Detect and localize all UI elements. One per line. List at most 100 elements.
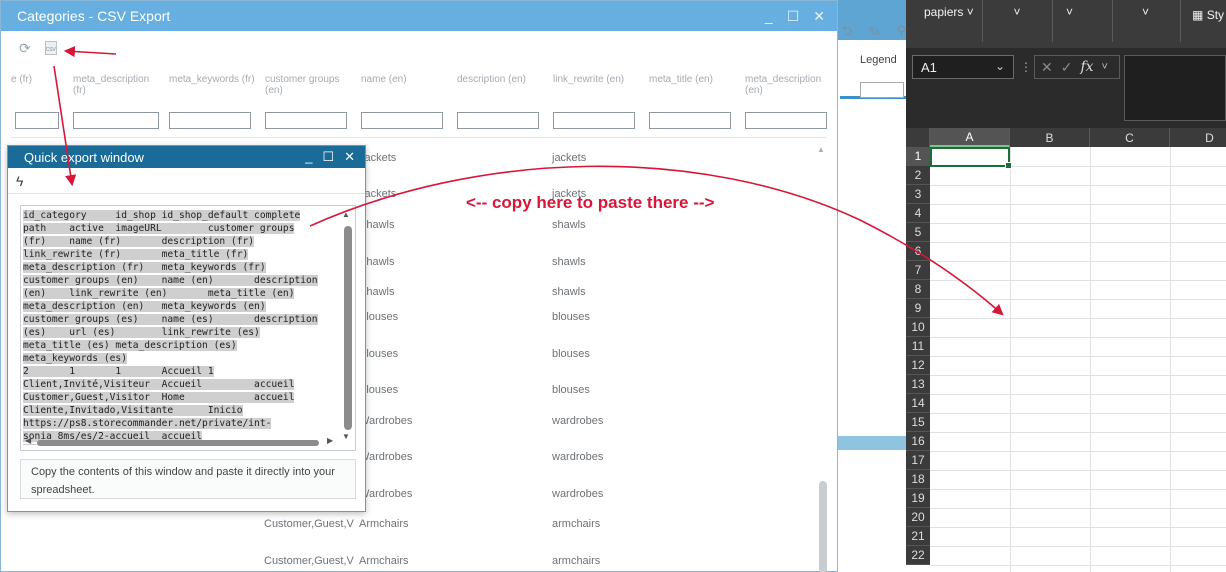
column-header[interactable]: description (en): [457, 74, 545, 85]
cancel-icon[interactable]: ✕: [1041, 59, 1053, 76]
active-cell-a1[interactable]: [930, 147, 1012, 169]
cell-link-rewrite[interactable]: wardrobes: [552, 451, 603, 463]
cell-link-rewrite[interactable]: armchairs: [552, 555, 600, 567]
column-header[interactable]: name (en): [361, 74, 449, 85]
scroll-down-icon[interactable]: ▼: [342, 432, 350, 441]
row-header[interactable]: 14: [906, 394, 930, 413]
ribbon-dropdown-2[interactable]: ˅: [986, 5, 1048, 19]
scroll-right-icon[interactable]: ▶: [327, 436, 333, 445]
row-header[interactable]: 12: [906, 356, 930, 375]
lightning-icon[interactable]: ϟ: [16, 173, 23, 189]
row-header[interactable]: 11: [906, 337, 930, 356]
row-header[interactable]: 18: [906, 470, 930, 489]
column-header[interactable]: meta_keywords (fr): [169, 74, 257, 85]
row-header[interactable]: 15: [906, 413, 930, 432]
sheet-grid[interactable]: A B C D 1 2 3 4 5 6 7 8 9 10 11 12 13 14 15 16 17 18 19 20 21 22: [906, 128, 1226, 572]
select-all-corner[interactable]: [906, 128, 930, 147]
cell-link-rewrite[interactable]: blouses: [552, 311, 590, 323]
textarea-horizontal-scrollbar[interactable]: ◀ ▶: [23, 436, 341, 448]
column-filter-input[interactable]: [553, 112, 635, 129]
export-textarea[interactable]: id_category id_shop id_shop_default comp…: [20, 205, 356, 451]
row-header[interactable]: 9: [906, 299, 930, 318]
row-header[interactable]: 2: [906, 166, 930, 185]
maximize-button[interactable]: ☐: [787, 8, 800, 25]
cell-name[interactable]: Wardrobes: [359, 415, 412, 427]
row-header[interactable]: 3: [906, 185, 930, 204]
ribbon-dropdown-3[interactable]: ˅: [1066, 5, 1073, 19]
ribbon-papiers-dropdown[interactable]: papiers ˅: [924, 5, 974, 19]
column-filter-input[interactable]: [745, 112, 827, 129]
row-header[interactable]: 8: [906, 280, 930, 299]
column-filter-input[interactable]: [169, 112, 251, 129]
cell-name[interactable]: Wardrobes: [359, 488, 412, 500]
scroll-left-icon[interactable]: ◀: [25, 436, 31, 445]
cell-name[interactable]: Armchairs: [359, 555, 409, 567]
confirm-icon[interactable]: ✓: [1061, 59, 1073, 76]
row-header[interactable]: 17: [906, 451, 930, 470]
ribbon-styles-button[interactable]: ▦ Sty: [1192, 8, 1224, 22]
column-header-b[interactable]: B: [1010, 128, 1090, 147]
row-header[interactable]: 7: [906, 261, 930, 280]
column-filter-input[interactable]: [361, 112, 443, 129]
column-header[interactable]: meta_description (en): [745, 74, 833, 96]
chevron-down-icon[interactable]: ⌄: [995, 59, 1005, 73]
column-filter-input[interactable]: [73, 112, 159, 129]
cell-link-rewrite[interactable]: shawls: [552, 256, 586, 268]
qe-close-button[interactable]: ✕: [344, 149, 355, 165]
row-header[interactable]: 10: [906, 318, 930, 337]
export-text-content[interactable]: id_category id_shop id_shop_default comp…: [23, 209, 327, 445]
grid-scrollbar-thumb[interactable]: [819, 481, 827, 572]
row-header[interactable]: 6: [906, 242, 930, 261]
column-header-c[interactable]: C: [1090, 128, 1170, 147]
cell-link-rewrite[interactable]: armchairs: [552, 518, 600, 530]
cell-link-rewrite[interactable]: blouses: [552, 384, 590, 396]
column-header[interactable]: customer groups (en): [265, 74, 353, 96]
cell-link-rewrite[interactable]: wardrobes: [552, 415, 603, 427]
scroll-up-arrow-icon[interactable]: ▲: [817, 145, 825, 154]
cell-link-rewrite[interactable]: blouses: [552, 348, 590, 360]
row-header[interactable]: 1: [906, 147, 930, 166]
insert-function-button[interactable]: fx: [1080, 59, 1093, 75]
column-header[interactable]: link_rewrite (en): [553, 74, 641, 85]
ribbon-dropdown-4[interactable]: ˅: [1142, 5, 1149, 19]
quick-export-titlebar[interactable]: Quick export window _ ☐ ✕: [8, 146, 365, 168]
column-filter-input[interactable]: [457, 112, 539, 129]
cell-name[interactable]: Wardrobes: [359, 451, 412, 463]
row-header[interactable]: 21: [906, 527, 930, 546]
qe-maximize-button[interactable]: ☐: [322, 149, 334, 165]
column-filter-input[interactable]: [15, 112, 59, 129]
name-box[interactable]: A1 ⌄: [912, 55, 1014, 79]
row-header[interactable]: 13: [906, 375, 930, 394]
scroll-up-icon[interactable]: ▲: [342, 210, 350, 219]
column-filter-input[interactable]: [649, 112, 731, 129]
column-header[interactable]: meta_title (en): [649, 74, 737, 85]
textarea-hscroll-thumb[interactable]: [37, 440, 319, 446]
chevron-down-icon[interactable]: ˅: [1102, 61, 1108, 73]
cell-link-rewrite[interactable]: jackets: [552, 152, 586, 164]
background-filter-input[interactable]: [860, 82, 904, 98]
formula-input[interactable]: [1124, 55, 1226, 121]
row-header[interactable]: 20: [906, 508, 930, 527]
more-icon[interactable]: ⋮: [1020, 60, 1032, 74]
csv-file-icon[interactable]: CSV: [44, 41, 57, 55]
qe-minimize-button[interactable]: _: [305, 149, 312, 165]
column-header-d[interactable]: D: [1170, 128, 1226, 147]
row-header[interactable]: 5: [906, 223, 930, 242]
refresh-icon[interactable]: ⟳: [19, 40, 31, 57]
cell-name[interactable]: Armchairs: [359, 518, 409, 530]
minimize-button[interactable]: _: [765, 8, 773, 25]
row-header[interactable]: 19: [906, 489, 930, 508]
cell-customer-groups[interactable]: Customer,Guest,V: [264, 518, 354, 530]
cell-link-rewrite[interactable]: shawls: [552, 219, 586, 231]
textarea-vscroll-thumb[interactable]: [344, 226, 352, 430]
row-header[interactable]: 22: [906, 546, 930, 565]
column-filter-input[interactable]: [265, 112, 347, 129]
grid-scrollbar[interactable]: ▲: [817, 145, 829, 572]
column-header[interactable]: meta_description (fr): [73, 74, 161, 96]
close-button[interactable]: ✕: [813, 8, 825, 25]
column-header-a[interactable]: A: [930, 128, 1010, 147]
row-header[interactable]: 4: [906, 204, 930, 223]
cell-link-rewrite[interactable]: wardrobes: [552, 488, 603, 500]
textarea-vertical-scrollbar[interactable]: ▲ ▼: [341, 210, 353, 441]
row-header[interactable]: 16: [906, 432, 930, 451]
